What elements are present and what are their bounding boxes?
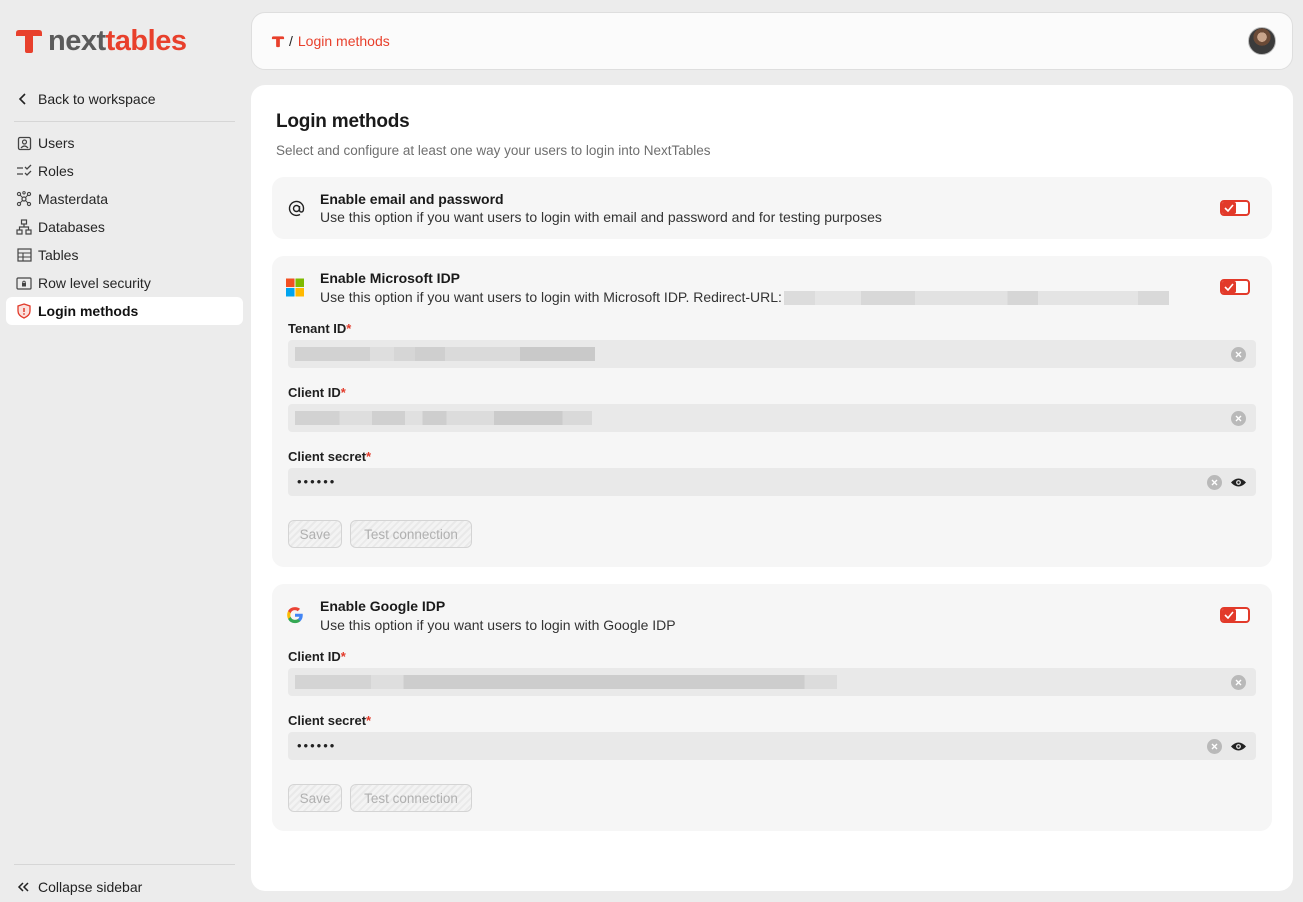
google-save-button[interactable]: Save [288, 784, 342, 812]
top-bar: / Login methods [251, 12, 1293, 70]
main-panel: Login methods Select and configure at le… [251, 85, 1293, 891]
tenant-id-label: Tenant ID* [288, 321, 352, 336]
sidebar-nav: Users Roles Masterdata Databases Tables [6, 129, 243, 325]
clear-icon[interactable] [1231, 347, 1246, 362]
back-to-workspace-label: Back to workspace [38, 91, 156, 107]
microsoft-card-description: Use this option if you want users to log… [320, 289, 1169, 306]
client-id-redacted-value [295, 675, 837, 689]
microsoft-card-title: Enable Microsoft IDP [320, 270, 461, 286]
client-id-label: Client ID* [288, 385, 346, 400]
table-icon [16, 247, 32, 263]
email-enable-toggle[interactable] [1220, 200, 1250, 216]
microsoft-save-button[interactable]: Save [288, 520, 342, 548]
list-check-icon [16, 163, 32, 179]
google-card-description: Use this option if you want users to log… [320, 617, 676, 633]
checkmark-icon [1222, 281, 1236, 293]
checkmark-icon [1222, 609, 1236, 621]
tenant-id-input[interactable] [288, 340, 1256, 368]
client-id-redacted-value [295, 411, 592, 425]
hierarchy-icon [16, 219, 32, 235]
sidebar-item-label: Users [38, 135, 75, 151]
home-logo-icon[interactable] [271, 35, 285, 48]
clear-icon[interactable] [1207, 475, 1222, 490]
breadcrumb: / Login methods [271, 33, 390, 49]
google-test-connection-button[interactable]: Test connection [350, 784, 472, 812]
shield-icon [16, 303, 32, 319]
email-card-description: Use this option if you want users to log… [320, 209, 882, 225]
sidebar-item-label: Row level security [38, 275, 151, 291]
clear-icon[interactable] [1231, 675, 1246, 690]
sidebar-item-label: Tables [38, 247, 79, 263]
masked-secret: •••••• [297, 474, 337, 489]
network-icon [16, 191, 32, 207]
double-chevron-left-icon [17, 882, 29, 892]
checkmark-icon [1222, 202, 1236, 214]
page-subtitle: Select and configure at least one way yo… [276, 143, 711, 158]
sidebar-item-label: Masterdata [38, 191, 109, 207]
collapse-sidebar-label: Collapse sidebar [38, 879, 143, 895]
clear-icon[interactable] [1231, 411, 1246, 426]
sidebar-item-label: Login methods [38, 303, 139, 319]
user-badge-icon [16, 135, 32, 151]
google-enable-toggle[interactable] [1220, 607, 1250, 623]
microsoft-client-id-input[interactable] [288, 404, 1256, 432]
google-client-secret-input[interactable]: •••••• [288, 732, 1256, 760]
microsoft-test-connection-button[interactable]: Test connection [350, 520, 472, 548]
sidebar-item-tables[interactable]: Tables [6, 241, 243, 269]
google-logo-icon [286, 606, 304, 624]
redirect-url-redacted [783, 291, 1169, 306]
sidebar-item-label: Databases [38, 219, 105, 235]
client-secret-label: Client secret* [288, 713, 372, 728]
back-to-workspace-link[interactable]: Back to workspace [16, 88, 156, 110]
google-client-id-input[interactable] [288, 668, 1256, 696]
client-id-label: Client ID* [288, 649, 346, 664]
microsoft-description-text: Use this option if you want users to log… [320, 289, 782, 305]
at-sign-icon [287, 199, 305, 217]
eye-icon[interactable] [1230, 475, 1247, 489]
brand-name-part2: tables [105, 25, 187, 57]
chevron-left-icon [18, 93, 26, 105]
page-title: Login methods [276, 111, 410, 132]
brand-logo[interactable]: nexttables [14, 25, 187, 57]
tenant-id-redacted-value [295, 347, 595, 361]
breadcrumb-separator: / [289, 33, 293, 49]
microsoft-enable-toggle[interactable] [1220, 279, 1250, 295]
google-idp-card: Enable Google IDP Use this option if you… [272, 584, 1272, 831]
sidebar: nexttables Back to workspace Users Roles… [0, 0, 250, 902]
breadcrumb-current[interactable]: Login methods [298, 33, 390, 49]
email-card-title: Enable email and password [320, 191, 504, 207]
email-password-card: Enable email and password Use this optio… [272, 177, 1272, 239]
user-avatar[interactable] [1248, 27, 1276, 55]
microsoft-logo-icon [286, 278, 304, 296]
sidebar-divider [14, 121, 235, 122]
clear-icon[interactable] [1207, 739, 1222, 754]
nexttables-logo-icon [16, 30, 42, 53]
sidebar-item-users[interactable]: Users [6, 129, 243, 157]
client-secret-label: Client secret* [288, 449, 372, 464]
microsoft-idp-card: Enable Microsoft IDP Use this option if … [272, 256, 1272, 567]
sidebar-item-masterdata[interactable]: Masterdata [6, 185, 243, 213]
sidebar-item-login-methods[interactable]: Login methods [6, 297, 243, 325]
google-card-title: Enable Google IDP [320, 598, 446, 614]
collapse-sidebar-button[interactable]: Collapse sidebar [16, 876, 142, 898]
row-lock-icon [16, 275, 32, 291]
sidebar-item-roles[interactable]: Roles [6, 157, 243, 185]
brand-name-part1: next [48, 25, 106, 57]
sidebar-divider [14, 864, 235, 865]
sidebar-item-label: Roles [38, 163, 74, 179]
masked-secret: •••••• [297, 738, 337, 753]
sidebar-item-row-level-security[interactable]: Row level security [6, 269, 243, 297]
microsoft-client-secret-input[interactable]: •••••• [288, 468, 1256, 496]
eye-icon[interactable] [1230, 739, 1247, 753]
sidebar-item-databases[interactable]: Databases [6, 213, 243, 241]
